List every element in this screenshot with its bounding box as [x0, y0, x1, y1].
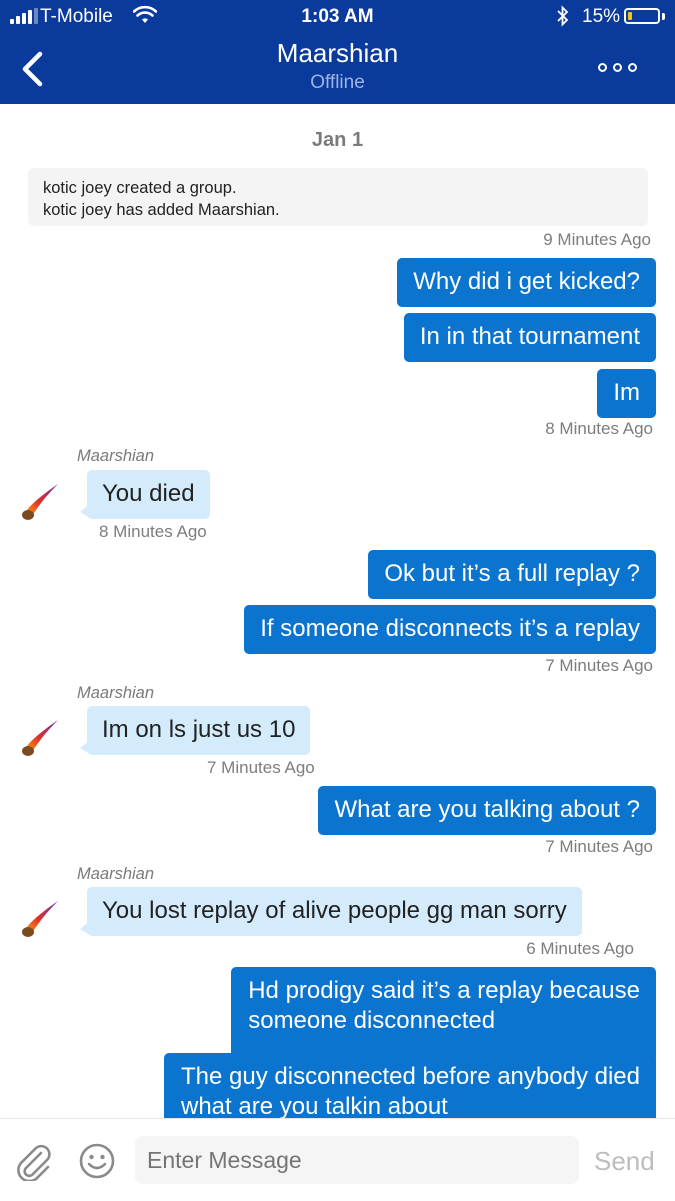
incoming-message[interactable]: Im on ls just us 10	[87, 706, 311, 755]
bubble-tail	[80, 740, 90, 754]
emoji-icon[interactable]	[79, 1143, 115, 1179]
meteor-avatar-icon[interactable]	[18, 895, 64, 941]
meteor-avatar-icon[interactable]	[18, 714, 64, 760]
message-timestamp: 8 Minutes Ago	[545, 419, 653, 438]
status-bar: T-Mobile 1:03 AM 15%	[0, 0, 675, 34]
meteor-avatar-icon[interactable]	[18, 478, 64, 524]
sender-name: Maarshian	[77, 684, 155, 702]
incoming-message[interactable]: You died	[87, 470, 210, 519]
status-time: 1:03 AM	[301, 6, 374, 27]
more-options-icon[interactable]	[598, 61, 640, 75]
message-line: The guy disconnected before anybody died	[181, 1063, 640, 1090]
message-timestamp: 7 Minutes Ago	[545, 837, 653, 856]
incoming-message[interactable]: You lost replay of alive people gg man s…	[87, 887, 582, 936]
send-button[interactable]: Send	[594, 1146, 655, 1177]
outgoing-message[interactable]: Why did i get kicked?	[397, 258, 656, 307]
outgoing-message[interactable]: Ok but it’s a full replay ?	[368, 550, 656, 599]
message-timestamp: 6 Minutes Ago	[526, 939, 634, 958]
message-timestamp: 9 Minutes Ago	[543, 230, 651, 249]
bluetooth-icon	[557, 5, 569, 27]
battery-icon	[624, 8, 660, 24]
battery-percent: 15%	[582, 6, 621, 27]
message-line: someone disconnected	[248, 1007, 496, 1034]
bubble-tail	[80, 921, 90, 935]
system-line: kotic joey has added Maarshian.	[43, 201, 280, 219]
date-separator: Jan 1	[311, 129, 364, 151]
message-composer: Send	[0, 1118, 675, 1201]
sender-name: Maarshian	[77, 865, 155, 883]
message-line: Hd prodigy said it’s a replay because	[248, 977, 640, 1004]
chat-header: T-Mobile 1:03 AM 15% Maarshian Offline	[0, 0, 675, 104]
message-input[interactable]	[135, 1136, 579, 1184]
message-line: what are you talkin about	[181, 1093, 448, 1118]
outgoing-message[interactable]: The guy disconnected before anybody died…	[164, 1053, 656, 1118]
message-list[interactable]: Jan 1 kotic joey created a group. kotic …	[0, 104, 675, 1118]
conversation-title: Maarshian	[276, 38, 399, 68]
outgoing-message[interactable]: Hd prodigy said it’s a replay because so…	[231, 967, 656, 1061]
message-timestamp: 7 Minutes Ago	[545, 656, 653, 675]
sender-name: Maarshian	[77, 447, 155, 465]
message-timestamp: 7 Minutes Ago	[207, 758, 315, 777]
battery-tip	[662, 13, 665, 20]
outgoing-message[interactable]: In in that tournament	[403, 313, 656, 362]
outgoing-message[interactable]: If someone disconnects it’s a replay	[244, 605, 656, 654]
paperclip-icon[interactable]	[14, 1141, 52, 1181]
presence-status: Offline	[310, 72, 365, 93]
battery-level	[628, 12, 632, 20]
message-timestamp: 8 Minutes Ago	[99, 522, 207, 541]
outgoing-message[interactable]: What are you talking about ?	[318, 786, 656, 835]
outgoing-message[interactable]: Im	[597, 369, 656, 418]
system-notice: kotic joey created a group. kotic joey h…	[28, 168, 648, 226]
bubble-tail	[80, 504, 90, 518]
system-line: kotic joey created a group.	[43, 179, 237, 197]
